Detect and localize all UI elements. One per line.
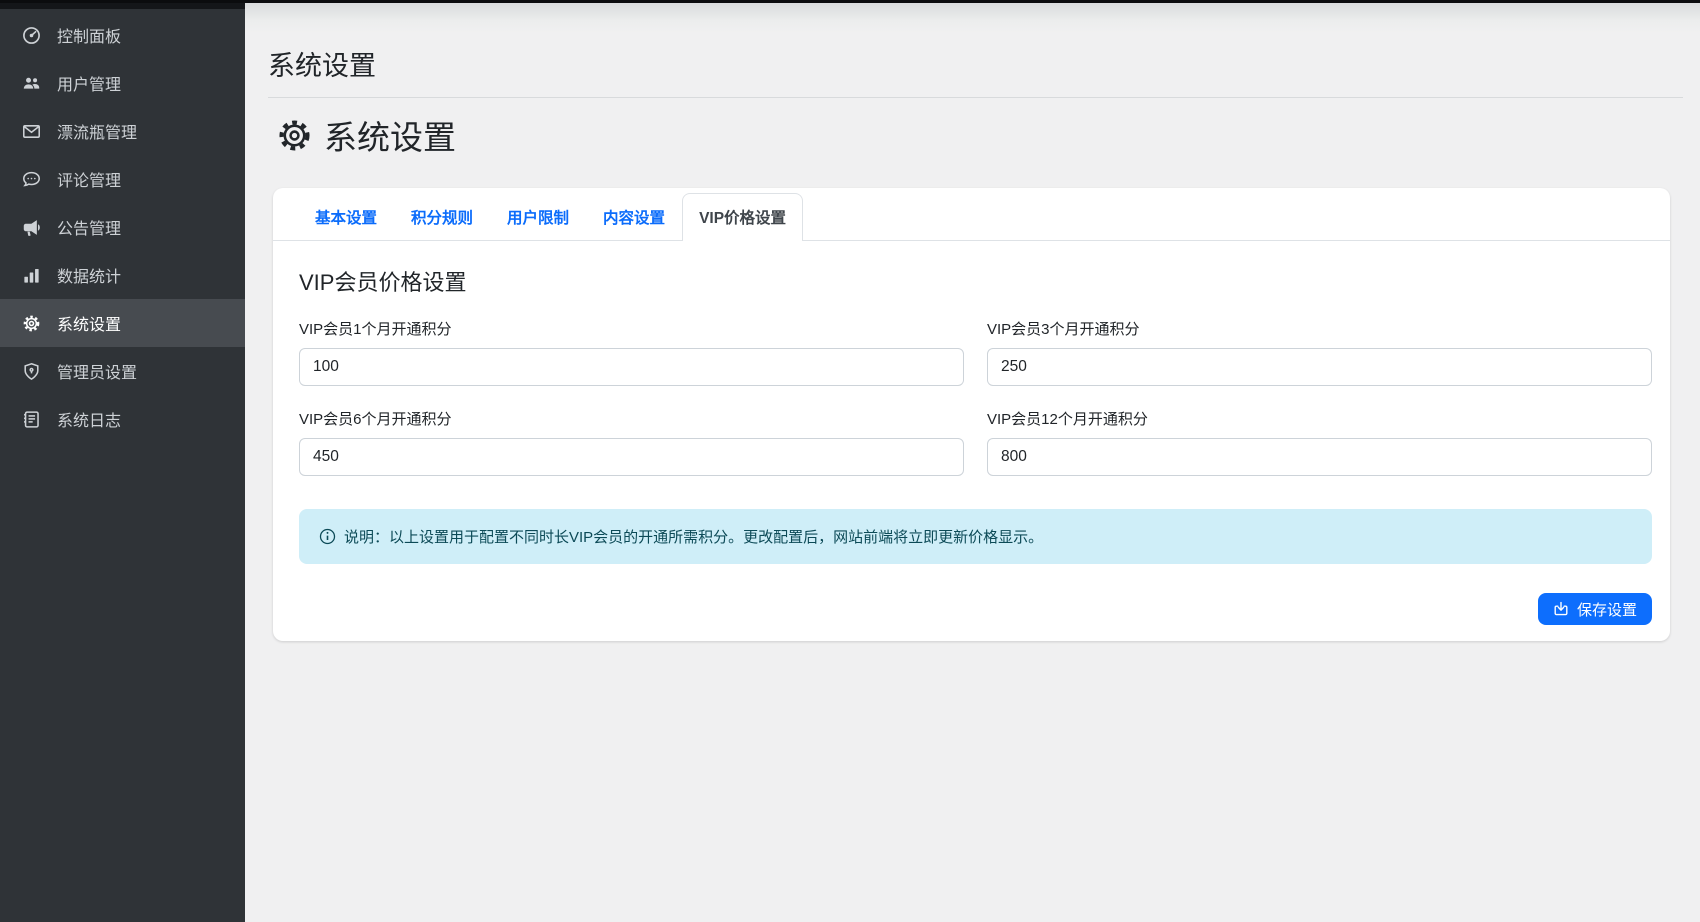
field-label: VIP会员12个月开通积分 <box>987 408 1652 429</box>
sidebar-item-label: 漂流瓶管理 <box>57 119 137 143</box>
speedometer-icon <box>20 24 42 46</box>
field-vip-6-month: VIP会员6个月开通积分 <box>299 408 964 476</box>
sidebar-item-label: 管理员设置 <box>57 359 137 383</box>
save-button-label: 保存设置 <box>1577 599 1637 620</box>
vip-6-month-input[interactable] <box>299 438 964 476</box>
sidebar-item-admin-settings[interactable]: 管理员设置 <box>0 347 245 395</box>
sidebar-item-comments[interactable]: 评论管理 <box>0 155 245 203</box>
tab-user-limits[interactable]: 用户限制 <box>490 193 586 240</box>
vip-1-month-input[interactable] <box>299 348 964 386</box>
tab-points-rules[interactable]: 积分规则 <box>394 193 490 240</box>
gear-icon <box>20 312 42 334</box>
megaphone-icon <box>20 216 42 238</box>
sidebar-item-label: 用户管理 <box>57 71 121 95</box>
field-label: VIP会员1个月开通积分 <box>299 318 964 339</box>
sidebar-item-label: 数据统计 <box>57 263 121 287</box>
shield-icon <box>20 360 42 382</box>
tab-panel-vip-prices: VIP会员价格设置 VIP会员1个月开通积分 VIP会员3个月开通积分 VIP会… <box>273 241 1670 641</box>
sidebar: 控制面板 用户管理 漂流瓶管理 <box>0 0 245 922</box>
sidebar-item-label: 公告管理 <box>57 215 121 239</box>
vip-12-month-input[interactable] <box>987 438 1652 476</box>
bar-chart-icon <box>20 264 42 286</box>
gear-icon <box>276 117 313 154</box>
envelope-icon <box>20 120 42 142</box>
field-vip-3-month: VIP会员3个月开通积分 <box>987 318 1652 386</box>
sidebar-item-label: 系统设置 <box>57 311 121 335</box>
header-divider <box>268 97 1683 98</box>
top-black-bar <box>0 0 1700 3</box>
sidebar-item-system-logs[interactable]: 系统日志 <box>0 395 245 443</box>
tab-content-settings[interactable]: 内容设置 <box>586 193 682 240</box>
info-icon <box>319 528 336 545</box>
sidebar-item-dashboard[interactable]: 控制面板 <box>0 11 245 59</box>
field-vip-12-month: VIP会员12个月开通积分 <box>987 408 1652 476</box>
sidebar-item-label: 系统日志 <box>57 407 121 431</box>
section-title: 系统设置 <box>324 111 456 159</box>
page-title: 系统设置 <box>268 44 1683 83</box>
save-icon <box>1553 601 1569 617</box>
field-vip-1-month: VIP会员1个月开通积分 <box>299 318 964 386</box>
sidebar-nav: 控制面板 用户管理 漂流瓶管理 <box>0 9 245 443</box>
panel-title: VIP会员价格设置 <box>299 265 1652 297</box>
info-alert: 说明：以上设置用于配置不同时长VIP会员的开通所需积分。更改配置后，网站前端将立… <box>299 509 1652 564</box>
journal-icon <box>20 408 42 430</box>
sidebar-item-users[interactable]: 用户管理 <box>0 59 245 107</box>
main-content: 系统设置 系统设置 基本设置 积分规则 用户限制 内容设置 VIP价格设置 VI… <box>245 3 1700 922</box>
tab-vip-price-settings[interactable]: VIP价格设置 <box>682 193 803 241</box>
settings-card: 基本设置 积分规则 用户限制 内容设置 VIP价格设置 VIP会员价格设置 VI… <box>273 188 1670 641</box>
vip-price-form: VIP会员1个月开通积分 VIP会员3个月开通积分 VIP会员6个月开通积分 V… <box>299 318 1652 476</box>
field-label: VIP会员6个月开通积分 <box>299 408 964 429</box>
chat-dots-icon <box>20 168 42 190</box>
save-settings-button[interactable]: 保存设置 <box>1538 593 1652 625</box>
settings-tabs: 基本设置 积分规则 用户限制 内容设置 VIP价格设置 <box>273 188 1670 241</box>
card-footer: 保存设置 <box>299 593 1652 625</box>
sidebar-item-system-settings[interactable]: 系统设置 <box>0 299 245 347</box>
vip-3-month-input[interactable] <box>987 348 1652 386</box>
info-alert-text: 说明：以上设置用于配置不同时长VIP会员的开通所需积分。更改配置后，网站前端将立… <box>344 526 1043 547</box>
section-heading: 系统设置 <box>276 113 1683 157</box>
sidebar-item-label: 控制面板 <box>57 23 121 47</box>
sidebar-item-statistics[interactable]: 数据统计 <box>0 251 245 299</box>
sidebar-item-bottles[interactable]: 漂流瓶管理 <box>0 107 245 155</box>
sidebar-item-label: 评论管理 <box>57 167 121 191</box>
field-label: VIP会员3个月开通积分 <box>987 318 1652 339</box>
users-icon <box>20 72 42 94</box>
tab-basic-settings[interactable]: 基本设置 <box>298 193 394 240</box>
sidebar-item-announcements[interactable]: 公告管理 <box>0 203 245 251</box>
